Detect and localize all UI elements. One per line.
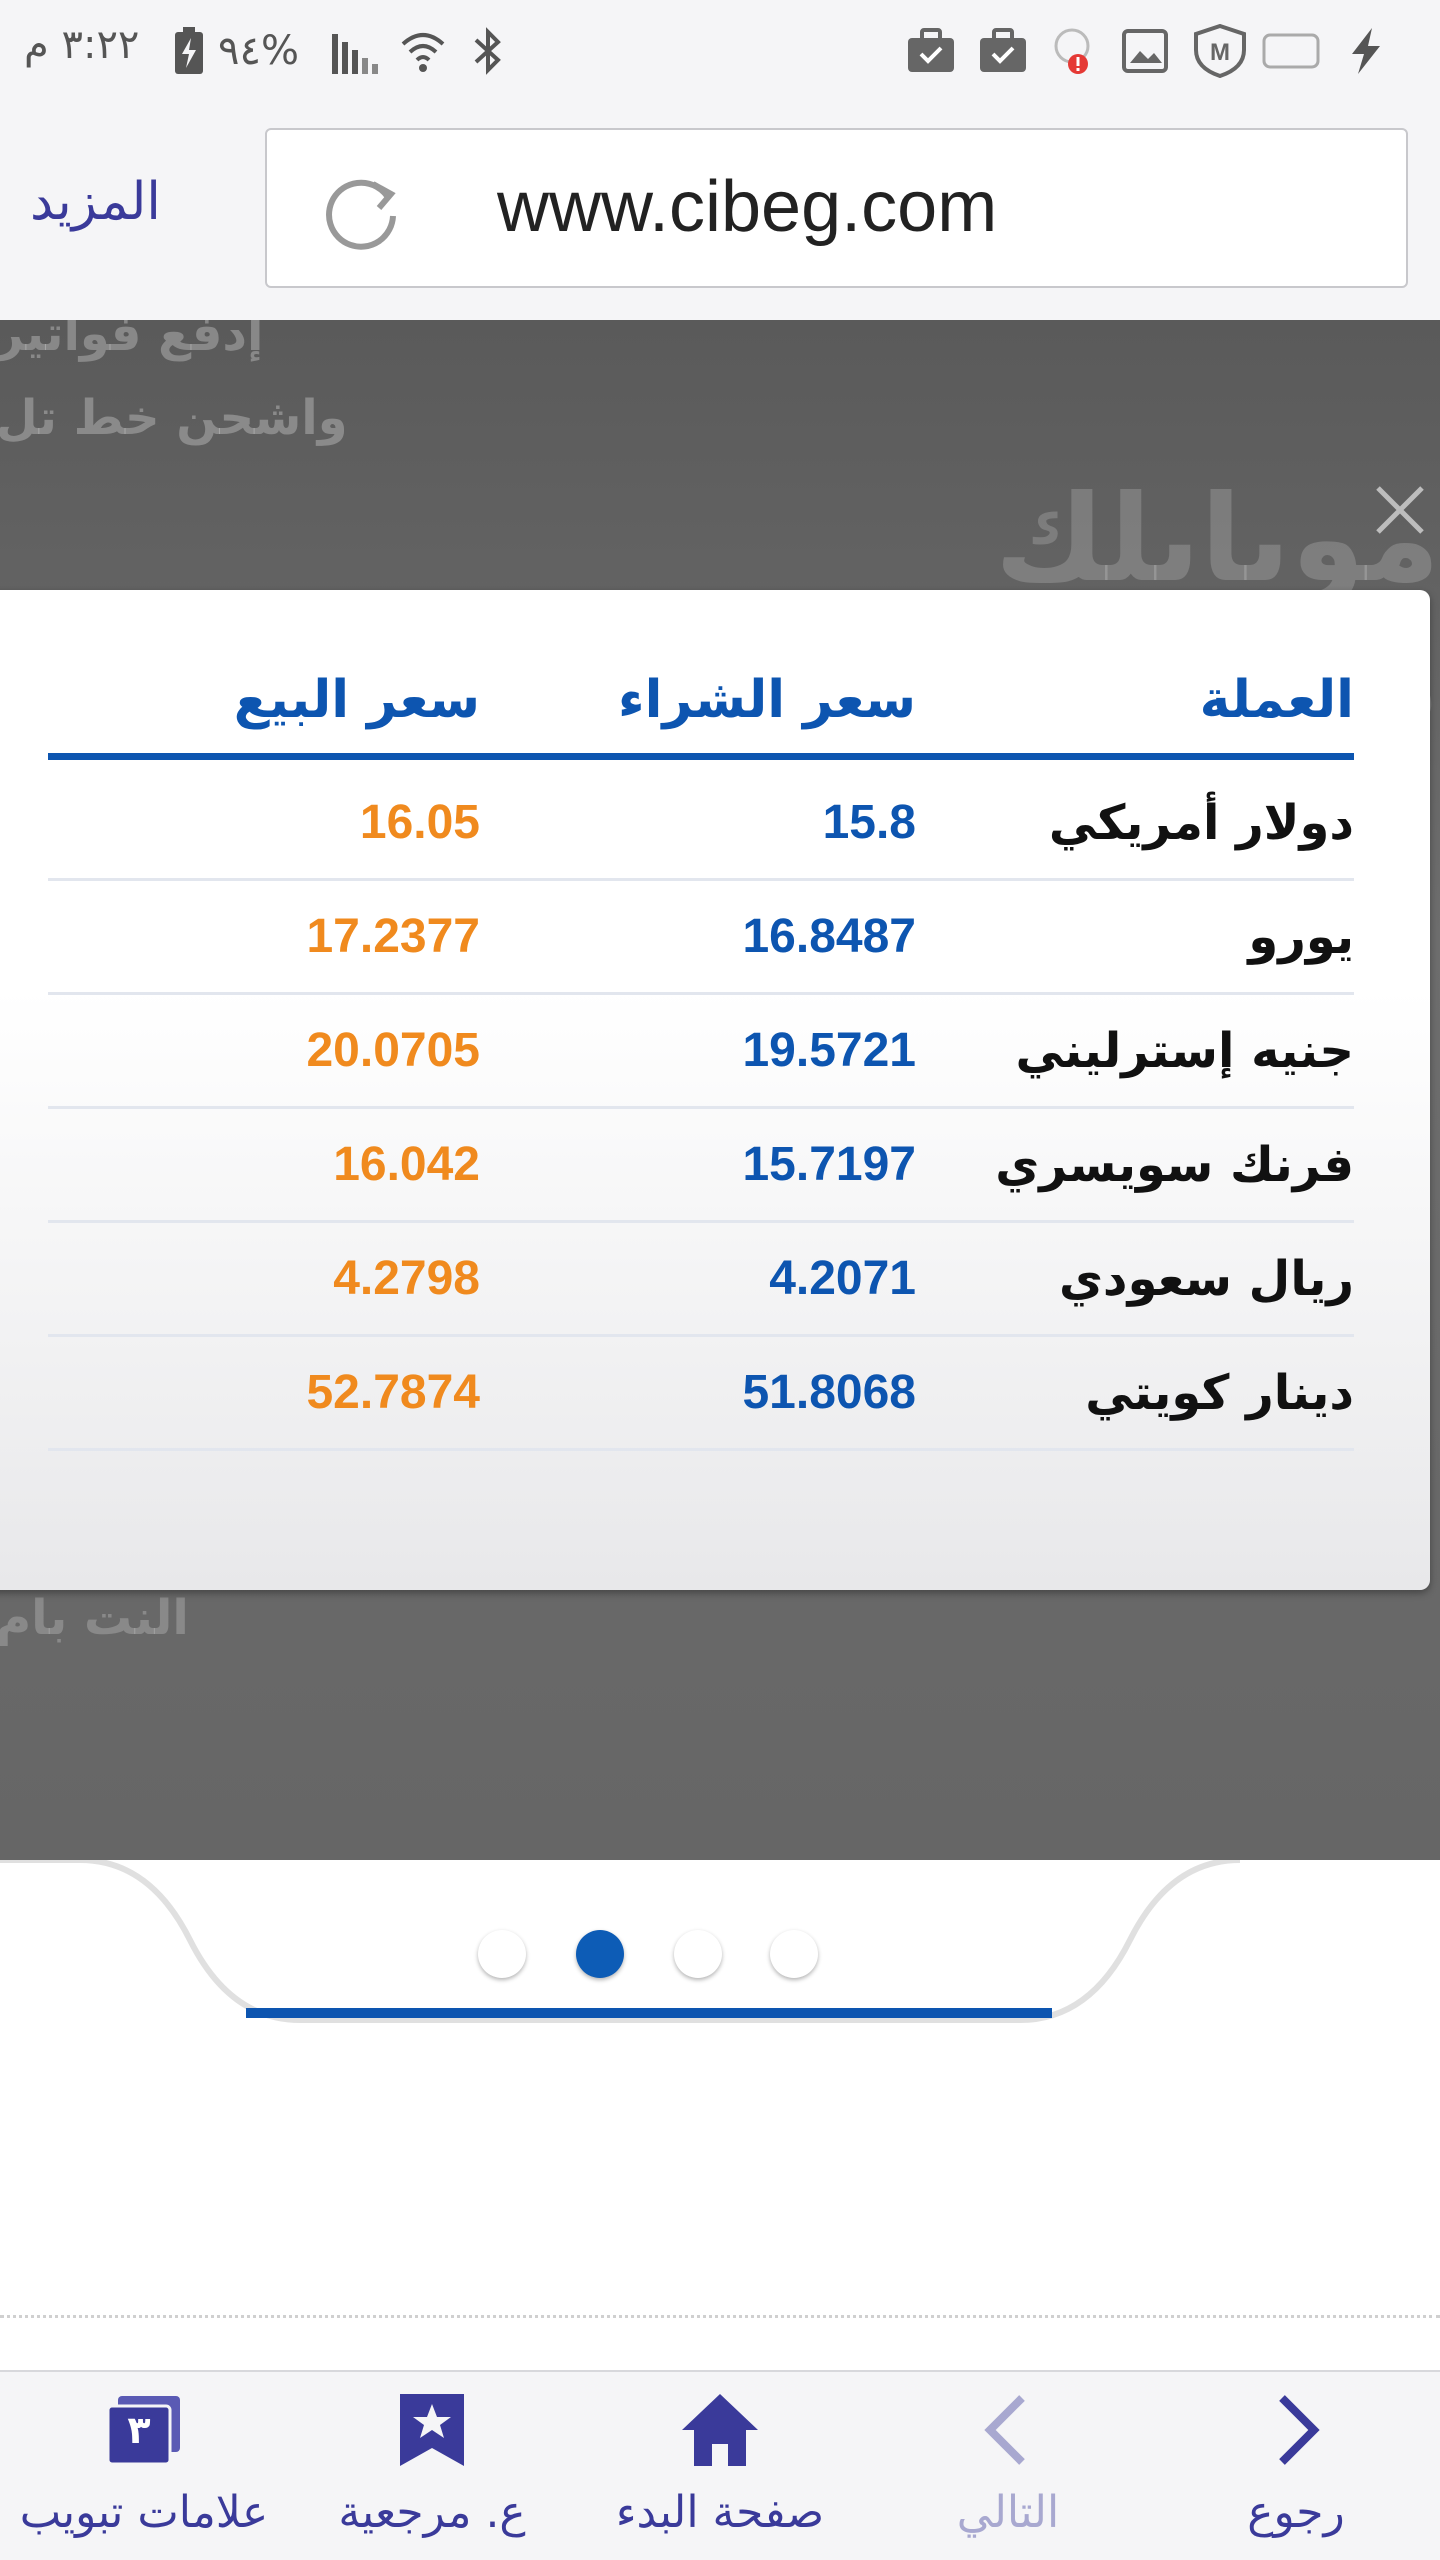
banner-text: واشحن خط تل bbox=[0, 390, 348, 446]
sell-column-header: سعر البيع bbox=[233, 670, 480, 730]
buy-column-header: سعر الشراء bbox=[618, 670, 916, 730]
exchange-rates-card: العملة سعر الشراء سعر البيع دولار أمريكي… bbox=[0, 590, 1430, 1590]
bookmarks-button[interactable]: ع. مرجعية bbox=[288, 2372, 576, 2560]
app-alert-icon bbox=[1052, 24, 1096, 78]
slider-dot[interactable] bbox=[478, 1930, 526, 1978]
data-saver-icon bbox=[1262, 24, 1320, 78]
bottom-navigation: ٣ علامات تبويب ع. مرجعية صفحة البدء التا… bbox=[0, 2370, 1440, 2560]
briefcase-check-icon bbox=[906, 24, 956, 78]
buy-rate: 51.8068 bbox=[742, 1366, 916, 1419]
table-row: فرنك سويسري 15.7197 16.042 bbox=[48, 1109, 1354, 1223]
tabs-button[interactable]: ٣ علامات تبويب bbox=[0, 2372, 288, 2560]
table-row: ريال سعودي 4.2071 4.2798 bbox=[48, 1223, 1354, 1337]
buy-rate: 16.8487 bbox=[742, 910, 916, 963]
briefcase-check-icon bbox=[978, 24, 1028, 78]
battery-percent: %٩٤ bbox=[218, 28, 299, 74]
currency-column-header: العملة bbox=[1199, 670, 1354, 730]
table-row: دولار أمريكي 15.8 16.05 bbox=[48, 767, 1354, 881]
more-button[interactable]: المزيد bbox=[30, 172, 161, 232]
sell-rate: 20.0705 bbox=[306, 1024, 480, 1077]
slider-dot[interactable] bbox=[770, 1930, 818, 1978]
bluetooth-icon bbox=[470, 24, 506, 78]
sell-rate: 16.05 bbox=[359, 796, 480, 849]
home-label: صفحة البدء bbox=[615, 2487, 825, 2538]
wifi-icon bbox=[398, 24, 448, 78]
buy-rate: 19.5721 bbox=[742, 1024, 916, 1077]
reload-icon[interactable] bbox=[317, 166, 407, 256]
image-icon bbox=[1122, 24, 1168, 78]
chevron-left-icon bbox=[968, 2390, 1048, 2470]
address-bar: المزيد www.cibeg.com bbox=[0, 100, 1440, 320]
section-divider bbox=[0, 2315, 1440, 2318]
url-text: www.cibeg.com bbox=[497, 167, 998, 247]
chevron-right-icon bbox=[1256, 2390, 1336, 2470]
banner-text: النت بام bbox=[0, 1590, 189, 1646]
back-label: رجوع bbox=[1247, 2487, 1345, 2538]
currency-name: دولار أمريكي bbox=[1048, 795, 1354, 851]
web-content: إدفع فواتير واشحن خط تل موبايلك محفظتك ا… bbox=[0, 320, 1440, 2370]
sell-rate: 4.2798 bbox=[333, 1252, 480, 1305]
buy-rate: 15.7197 bbox=[742, 1138, 916, 1191]
svg-text:M: M bbox=[1210, 39, 1230, 66]
url-field[interactable]: www.cibeg.com bbox=[265, 128, 1408, 288]
table-row: دينار كويتي 51.8068 52.7874 bbox=[48, 1337, 1354, 1451]
currency-name: يورو bbox=[1248, 909, 1354, 965]
sell-rate: 17.2377 bbox=[306, 910, 480, 963]
sell-rate: 52.7874 bbox=[306, 1366, 480, 1419]
table-row: جنيه إسترليني 19.5721 20.0705 bbox=[48, 995, 1354, 1109]
close-icon[interactable] bbox=[1370, 480, 1430, 540]
buy-rate: 15.8 bbox=[822, 796, 916, 849]
signal-icon bbox=[330, 24, 386, 78]
home-icon bbox=[680, 2390, 760, 2470]
currency-name: دينار كويتي bbox=[1085, 1365, 1354, 1421]
clock: ٣:٢٢ م bbox=[24, 22, 140, 68]
slider-dot[interactable] bbox=[674, 1930, 722, 1978]
rates-table-header: العملة سعر الشراء سعر البيع bbox=[48, 650, 1354, 760]
battery-icon bbox=[172, 24, 206, 78]
bookmarks-label: ع. مرجعية bbox=[338, 2487, 526, 2538]
back-button[interactable]: رجوع bbox=[1152, 2372, 1440, 2560]
tabs-icon: ٣ bbox=[104, 2390, 184, 2470]
bookmark-star-icon bbox=[392, 2390, 472, 2470]
security-shield-icon: M bbox=[1192, 24, 1248, 78]
forward-button[interactable]: التالي bbox=[864, 2372, 1152, 2560]
table-row: يورو 16.8487 17.2377 bbox=[48, 881, 1354, 995]
currency-name: جنيه إسترليني bbox=[1015, 1023, 1354, 1079]
currency-name: فرنك سويسري bbox=[995, 1137, 1354, 1193]
buy-rate: 4.2071 bbox=[769, 1252, 916, 1305]
currency-name: ريال سعودي bbox=[1058, 1251, 1354, 1307]
forward-label: التالي bbox=[956, 2487, 1060, 2538]
status-bar: ٣:٢٢ م %٩٤ M bbox=[0, 0, 1440, 100]
tabs-label: علامات تبويب bbox=[19, 2487, 269, 2538]
home-button[interactable]: صفحة البدء bbox=[576, 2372, 864, 2560]
slider-dot-active[interactable] bbox=[576, 1930, 624, 1978]
slider-dots bbox=[0, 1930, 1440, 1990]
banner-text: إدفع فواتير bbox=[0, 320, 264, 362]
sell-rate: 16.042 bbox=[333, 1138, 480, 1191]
tabs-count: ٣ bbox=[127, 2408, 151, 2452]
flash-icon bbox=[1346, 24, 1386, 78]
